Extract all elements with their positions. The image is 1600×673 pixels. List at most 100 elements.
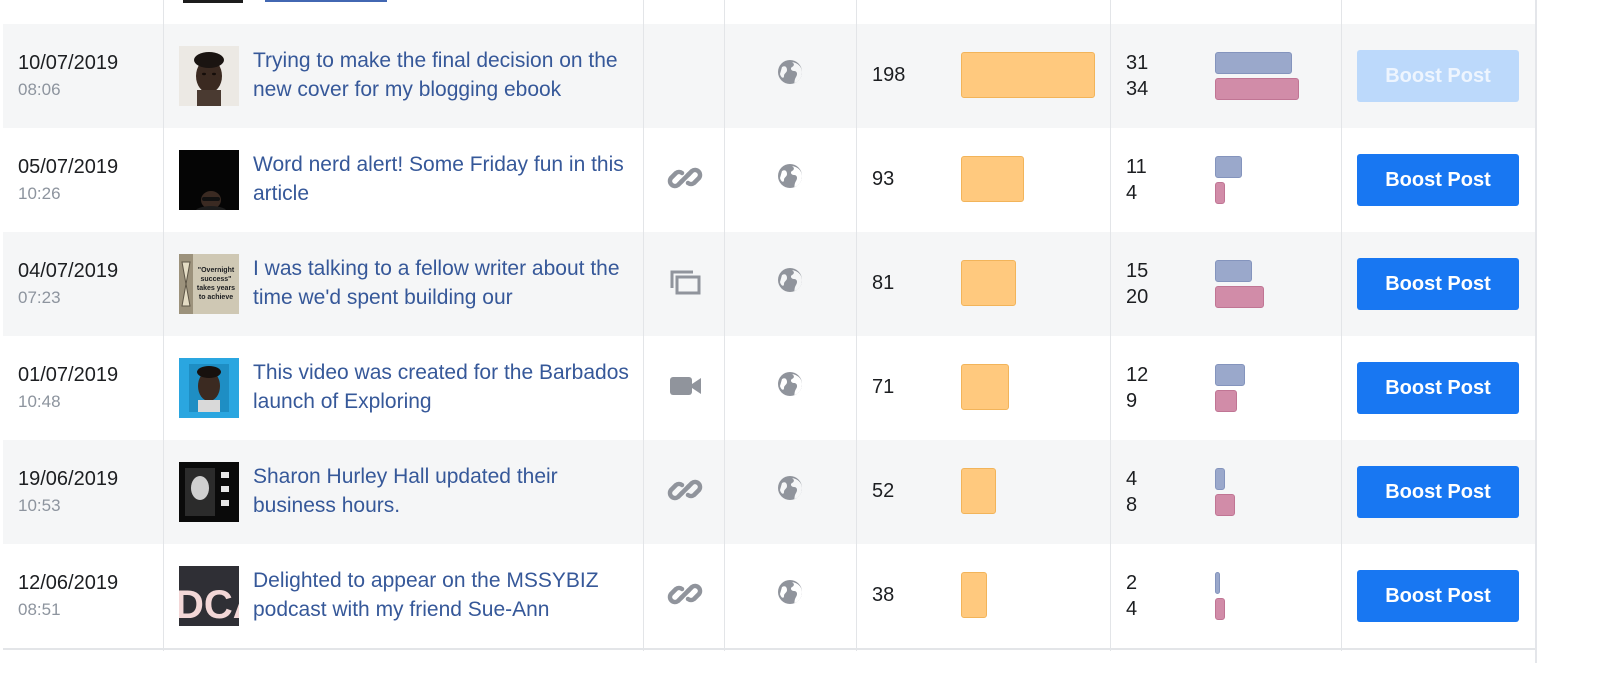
reach-value: 81 [872,272,895,294]
engagement-clicks-value: 4 [1126,468,1138,490]
post-thumbnail[interactable]: DCA [179,566,239,626]
engagement-clicks-value: 12 [1126,364,1149,386]
engagement-reactions-value: 4 [1126,598,1138,620]
reach-value: 198 [872,64,906,86]
post-time: 08:06 [18,80,61,99]
previous-thumbnail-edge [183,0,243,3]
reach-value: 71 [872,376,895,398]
reach-bar [961,468,996,514]
thumb-quote-line1: "Overnight [198,267,235,274]
engagement-reactions-value: 4 [1126,182,1138,204]
column-divider [1341,0,1342,651]
engagement-reactions-bar [1215,286,1264,308]
reach-bar [961,156,1024,202]
engagement-clicks-bar [1215,260,1252,282]
boost-post-button[interactable]: Boost Post [1357,362,1519,414]
post-link[interactable]: This video was created for the Barbados … [253,358,633,416]
column-divider [1110,0,1111,651]
post-link[interactable]: Delighted to appear on the MSSYBIZ podca… [253,566,633,624]
boost-post-button[interactable]: Boost Post [1357,466,1519,518]
boost-post-button[interactable]: Boost Post [1357,570,1519,622]
post-link[interactable]: Word nerd alert! Some Friday fun in this… [253,150,633,208]
post-link[interactable]: Trying to make the final decision on the… [253,46,633,104]
post-time: 08:51 [18,600,61,619]
post-thumbnail[interactable] [179,46,239,106]
post-time: 10:53 [18,496,61,515]
engagement-reactions-bar [1215,390,1237,412]
engagement-clicks-value: 15 [1126,260,1149,282]
column-divider [163,0,164,651]
post-thumbnail[interactable]: "Overnight success" takes years to achie… [179,254,239,314]
thumb-quote-line3: takes years [197,285,235,292]
engagement-clicks-value: 11 [1126,156,1147,178]
engagement-reactions-bar [1215,182,1225,204]
engagement-clicks-bar [1215,156,1242,178]
post-date: 19/06/2019 [18,468,119,490]
engagement-reactions-bar [1215,78,1299,100]
reach-value: 38 [872,584,895,606]
engagement-clicks-bar [1215,572,1220,594]
table-row: 12/06/2019 08:51 DCA Delighted to appear… [3,544,1535,648]
post-date: 04/07/2019 [18,260,119,282]
post-thumbnail[interactable] [179,358,239,418]
table-row: 10/07/2019 08:06 Trying to make the fina… [3,24,1535,128]
post-thumbnail[interactable] [179,150,239,210]
thumb-podcast-text: DCA [179,583,239,626]
previous-row-remnant [3,0,1535,24]
post-date: 05/07/2019 [18,156,119,178]
engagement-clicks-bar [1215,468,1225,490]
engagement-reactions-bar [1215,494,1235,516]
table-row: 04/07/2019 07:23 "Overnight success" tak… [3,232,1535,336]
engagement-clicks-value: 2 [1126,572,1138,594]
engagement-reactions-value: 34 [1126,78,1149,100]
boost-post-button[interactable]: Boost Post [1357,154,1519,206]
engagement-clicks-bar [1215,364,1245,386]
column-divider [856,0,857,651]
reach-bar [961,572,987,618]
page-posts-table: 10/07/2019 08:06 Trying to make the fina… [3,0,1535,673]
link-icon [667,472,703,508]
post-date: 01/07/2019 [18,364,119,386]
reach-bar [961,260,1016,306]
link-icon [667,576,703,612]
previous-link-underline [265,0,387,2]
boost-post-button[interactable]: Boost Post [1357,258,1519,310]
globe-icon [776,58,804,86]
video-camera-icon [667,368,703,404]
column-divider [724,0,725,651]
post-link[interactable]: Sharon Hurley Hall updated their busines… [253,462,633,520]
reach-value: 52 [872,480,895,502]
table-bottom-border [3,648,1535,650]
engagement-clicks-bar [1215,52,1292,74]
engagement-clicks-value: 31 [1126,52,1149,74]
post-time: 07:23 [18,288,61,307]
reach-bar [961,52,1095,98]
table-row: 01/07/2019 10:48 This video was created … [3,336,1535,440]
table-row: 05/07/2019 10:26 Word nerd alert! Some F… [3,128,1535,232]
table-row: 19/06/2019 10:53 Sharon Hurley Hall upda… [3,440,1535,544]
boost-post-button[interactable]: Boost Post [1357,50,1519,102]
post-time: 10:48 [18,392,61,411]
panel-edge [1535,0,1537,663]
thumb-quote-line2: success" [201,276,232,283]
reach-value: 93 [872,168,895,190]
engagement-reactions-value: 20 [1126,286,1149,308]
reach-bar [961,364,1009,410]
post-link[interactable]: I was talking to a fellow writer about t… [253,254,633,312]
engagement-reactions-value: 9 [1126,390,1138,412]
engagement-reactions-value: 8 [1126,494,1138,516]
post-time: 10:26 [18,184,61,203]
globe-icon [776,578,804,606]
album-icon [667,264,703,300]
engagement-reactions-bar [1215,598,1225,620]
link-icon [667,160,703,196]
globe-icon [776,162,804,190]
post-date: 10/07/2019 [18,52,119,74]
thumb-quote-line4: to achieve [199,294,233,301]
post-thumbnail[interactable] [179,462,239,522]
globe-icon [776,370,804,398]
column-divider [643,0,644,651]
globe-icon [776,266,804,294]
globe-icon [776,474,804,502]
post-date: 12/06/2019 [18,572,119,594]
